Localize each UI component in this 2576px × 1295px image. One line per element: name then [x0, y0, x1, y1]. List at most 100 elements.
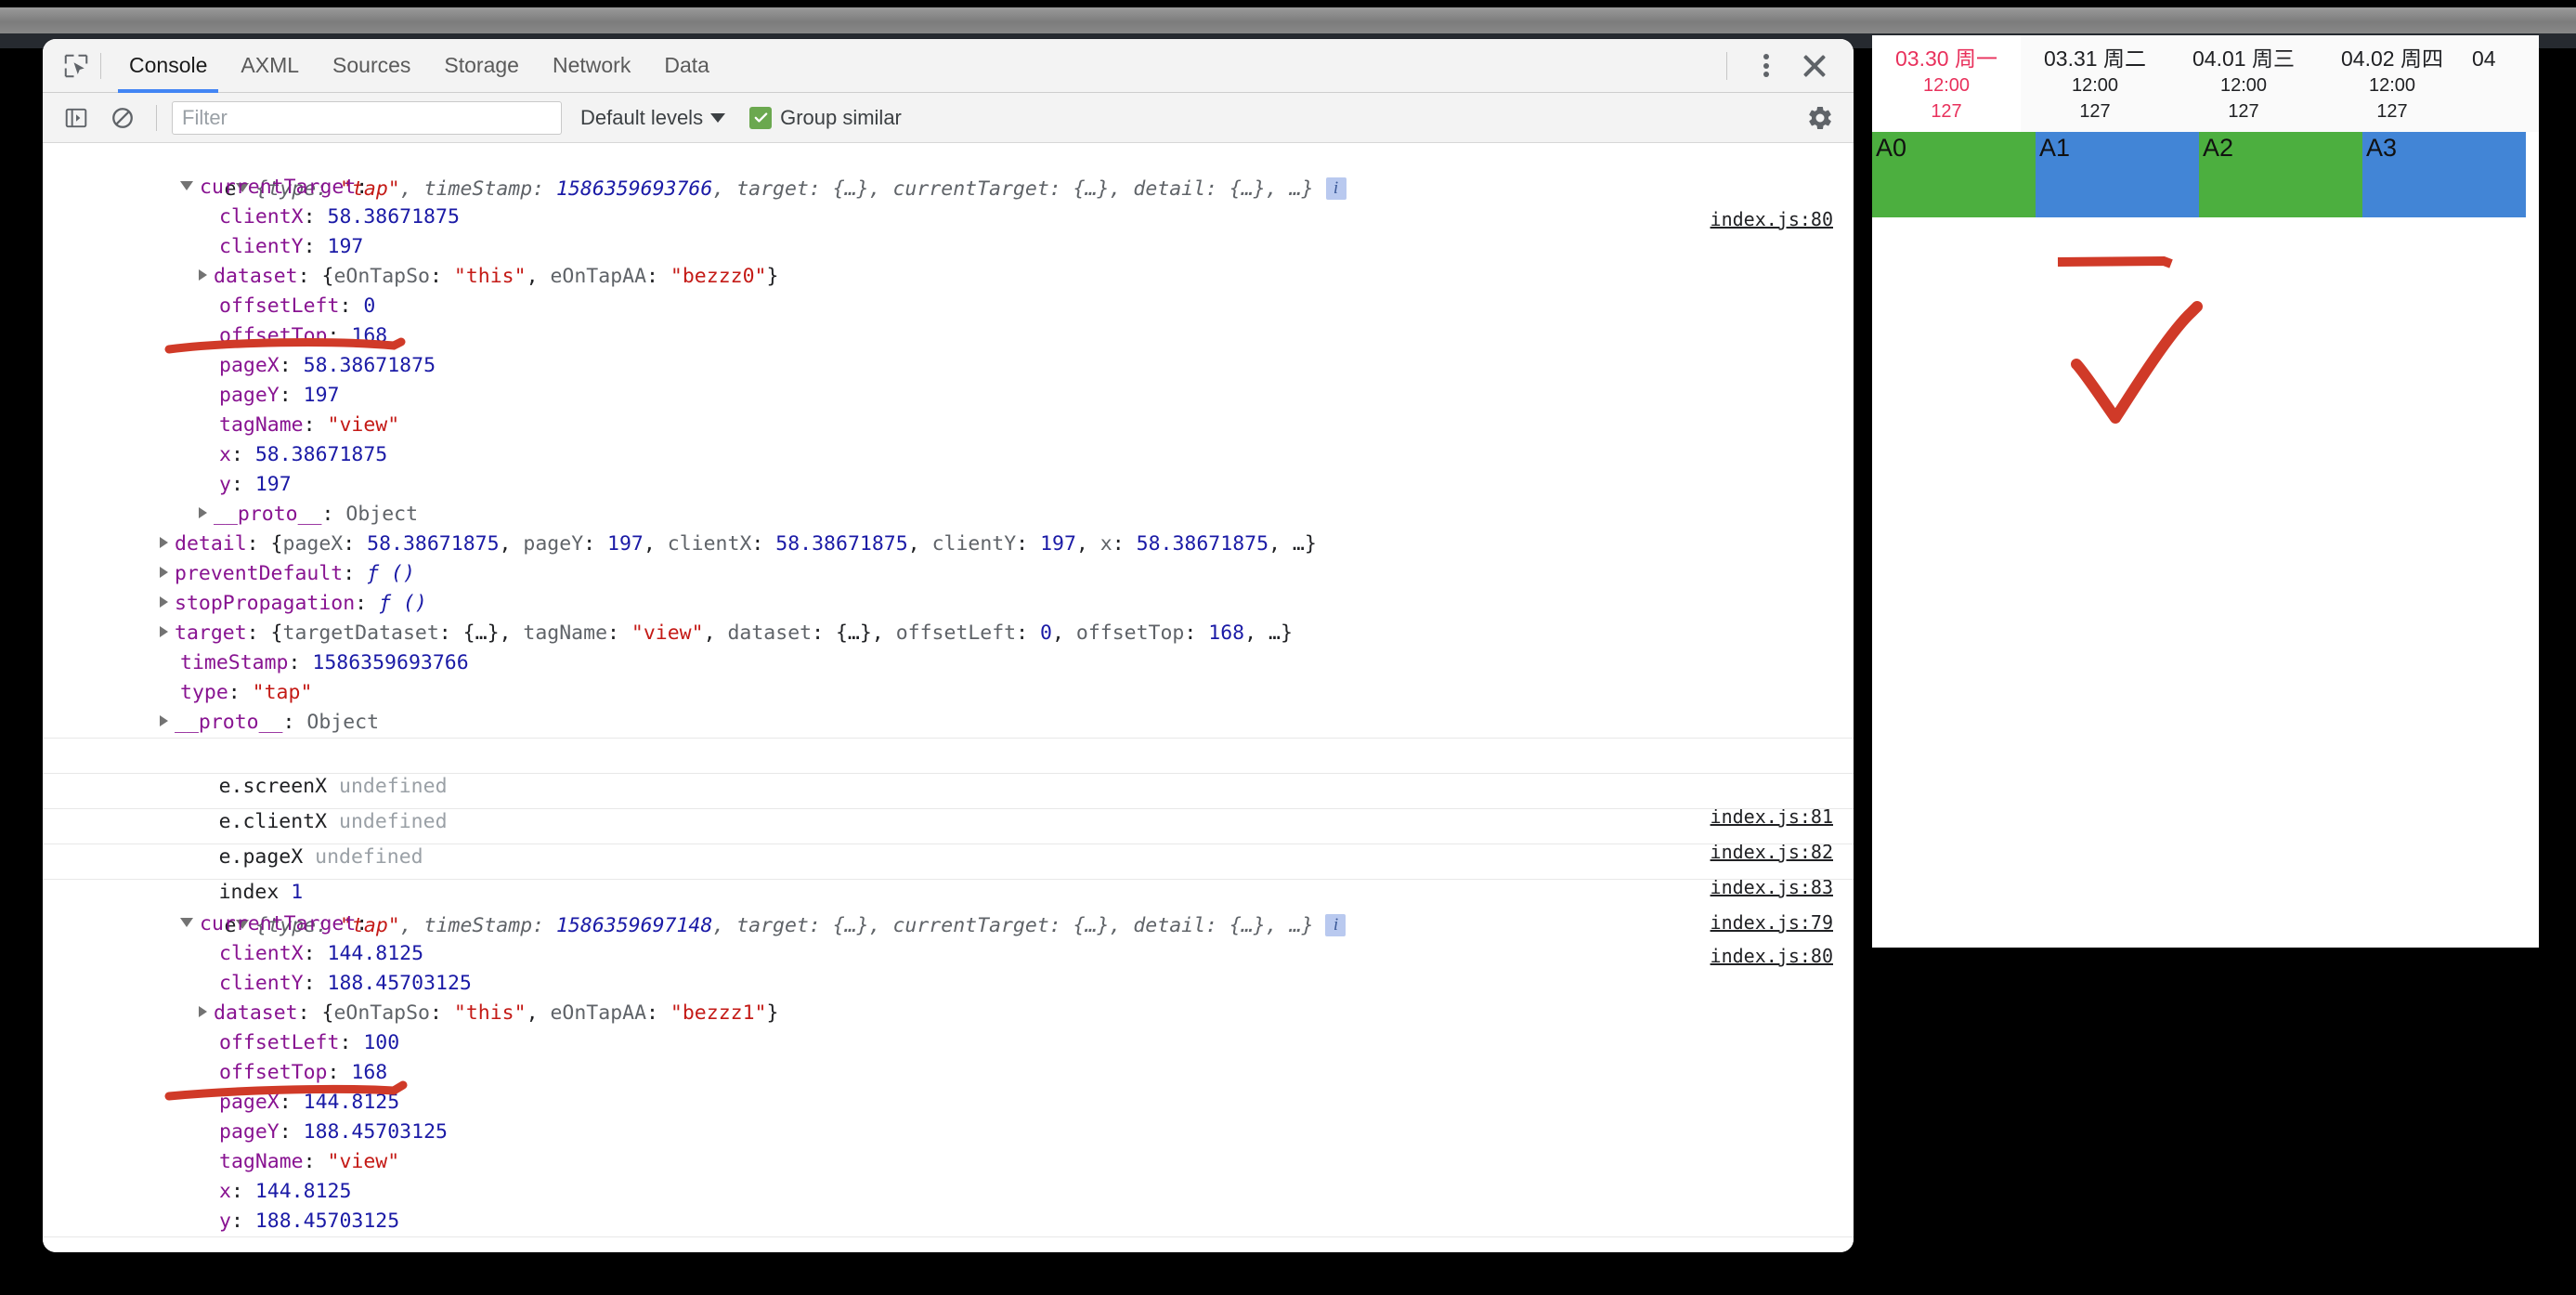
prop-value: Object [306, 711, 380, 734]
date-cell-selected[interactable]: 03.30 周一 12:00 127 [1872, 35, 2021, 132]
filter-input[interactable] [172, 100, 562, 135]
tab-data-label: Data [664, 53, 709, 77]
disclosure-triangle-open-icon[interactable] [180, 918, 193, 927]
close-icon[interactable] [1792, 44, 1837, 88]
disclosure-triangle-closed-icon[interactable] [199, 1006, 207, 1017]
tab-data[interactable]: Data [647, 39, 726, 93]
date-time-label: 12:00 [2219, 75, 2268, 96]
console-entry-simple[interactable]: e.clientX undefined index.js:82 [43, 774, 1854, 863]
prop-key: y [219, 1210, 231, 1233]
tab-storage[interactable]: Storage [427, 39, 536, 93]
clear-console-icon[interactable] [104, 99, 141, 137]
group-similar-toggle[interactable]: Group similar [749, 106, 902, 130]
block-a0[interactable]: A0 [1872, 132, 2036, 217]
console-prop-row[interactable]: target: {targetDataset: {…}, tagName: "v… [43, 619, 1854, 648]
console-prop-row[interactable]: stopPropagation: ƒ () [43, 589, 1854, 619]
gear-icon[interactable] [1802, 99, 1839, 137]
date-cell[interactable]: 03.31 周二 12:00 127 [2021, 35, 2169, 132]
prop-value: 58.38671875 [254, 443, 388, 466]
console-prop-row[interactable]: currentTarget: [43, 173, 1854, 203]
color-blocks-row: A0 A1 A2 A3 [1872, 132, 2539, 217]
prop-value: "view" [327, 1150, 400, 1173]
console-prop-row: tagName: "view" [219, 413, 400, 437]
console-prop-row-annotated: offsetTop: 168 [219, 1061, 388, 1084]
console-prop-row: pageX: 58.38671875 [219, 354, 436, 377]
toolbar-divider [156, 104, 157, 131]
date-time-label: 12:00 [2071, 75, 2119, 96]
console-prop-row[interactable]: dataset: {eOnTapSo: "this", eOnTapAA: "b… [43, 999, 1854, 1028]
console-prop-row: pageY: 197 [219, 384, 340, 407]
prop-value: 188.45703125 [254, 1210, 400, 1233]
disclosure-triangle-closed-icon[interactable] [199, 269, 207, 281]
console-output[interactable]: e {type: "tap", timeStamp: 1586359693766,… [43, 143, 1854, 1252]
console-prop-row[interactable]: dataset: {eOnTapSo: "this", eOnTapAA: "b… [43, 262, 1854, 292]
disclosure-triangle-closed-icon[interactable] [160, 626, 168, 637]
kebab-menu-icon[interactable] [1744, 44, 1789, 88]
group-similar-checkbox[interactable] [749, 106, 773, 129]
prop-key: __proto__ [175, 711, 283, 734]
right-preview-panel: 03.30 周一 12:00 127 03.31 周二 12:00 127 04… [1872, 35, 2539, 948]
console-prop-row[interactable]: __proto__: Object [43, 500, 1854, 530]
tab-console[interactable]: Console [112, 39, 224, 93]
console-entry-header[interactable]: e {type: "tap", timeStamp: 1586359697148,… [43, 880, 1854, 967]
console-entry-simple[interactable]: e.screenX undefined index.js:81 [43, 739, 1854, 828]
tabstrip-right-divider [1726, 51, 1727, 80]
prop-value: ƒ () [367, 562, 415, 585]
console-prop-row[interactable]: preventDefault: ƒ () [43, 559, 1854, 589]
prop-value: ƒ () [379, 592, 427, 615]
prop-key: offsetTop [219, 324, 328, 347]
tab-sources[interactable]: Sources [316, 39, 427, 93]
disclosure-triangle-closed-icon[interactable] [160, 537, 168, 548]
prop-value: 188.45703125 [327, 972, 472, 995]
red-annotation-checkmark [2071, 301, 2203, 424]
prop-key: y [219, 473, 231, 496]
devtools-tabstrip: Console AXML Sources Storage Network Dat… [43, 39, 1854, 93]
tabstrip-right-controls [1726, 44, 1854, 88]
console-entry-simple[interactable]: e.pageX undefined index.js:83 [43, 809, 1854, 898]
tab-storage-label: Storage [444, 53, 519, 77]
console-prop-row: clientX: 144.8125 [219, 942, 424, 965]
date-day-label: 04.01 周三 [2192, 46, 2295, 71]
tab-sources-label: Sources [332, 53, 411, 77]
disclosure-triangle-closed-icon[interactable] [199, 507, 207, 518]
date-cell[interactable]: 04.02 周四 12:00 127 [2318, 35, 2466, 132]
tab-network[interactable]: Network [536, 39, 647, 93]
date-selector-bar: 03.30 周一 12:00 127 03.31 周二 12:00 127 04… [1872, 35, 2539, 132]
console-entry-expanded[interactable]: e {type: "tap", timeStamp: 1586359693766,… [43, 143, 1854, 739]
block-a1-label: A1 [2039, 134, 2071, 162]
block-a2[interactable]: A2 [2199, 132, 2362, 217]
prop-key: clientX [219, 942, 304, 965]
prop-key: pageY [219, 1120, 280, 1144]
console-entry-header[interactable]: e {type: "tap", timeStamp: 1586359693766,… [43, 143, 1854, 230]
date-day-label: 03.30 周一 [1895, 46, 1997, 71]
prop-value: 168 [351, 324, 388, 347]
console-prop-row: clientY: 197 [219, 235, 364, 258]
block-a3[interactable]: A3 [2362, 132, 2526, 217]
console-prop-row[interactable]: currentTarget: [43, 909, 1854, 939]
date-day-label: 03.31 周二 [2044, 46, 2146, 71]
console-prop-row[interactable]: __proto__: Object [43, 708, 1854, 738]
disclosure-triangle-closed-icon[interactable] [160, 715, 168, 726]
block-a3-label: A3 [2366, 134, 2398, 162]
block-a1[interactable]: A1 [2036, 132, 2199, 217]
block-a2-label: A2 [2203, 134, 2234, 162]
disclosure-triangle-open-icon[interactable] [180, 181, 193, 190]
console-prop-row: type: "tap" [180, 681, 313, 704]
date-cell[interactable]: 04.01 周三 12:00 127 [2169, 35, 2318, 132]
tab-console-label: Console [129, 53, 208, 77]
show-console-sidebar-icon[interactable] [58, 99, 95, 137]
prop-value: 144.8125 [254, 1180, 352, 1203]
prop-key: offsetLeft [219, 1031, 340, 1054]
console-entry-simple[interactable]: index 1 index.js:79 [43, 844, 1854, 934]
default-levels-dropdown[interactable]: Default levels [580, 106, 726, 130]
prop-value: 168 [351, 1061, 388, 1084]
inspect-cursor-icon[interactable] [56, 47, 97, 85]
console-entry-expanded[interactable]: e {type: "tap", timeStamp: 1586359697148,… [43, 880, 1854, 1237]
tab-axml[interactable]: AXML [224, 39, 316, 93]
console-prop-row[interactable]: detail: {pageX: 58.38671875, pageY: 197,… [43, 530, 1854, 559]
disclosure-triangle-closed-icon[interactable] [160, 596, 168, 608]
disclosure-triangle-closed-icon[interactable] [160, 567, 168, 578]
prop-value: "bezzz0" [670, 265, 767, 288]
tab-axml-label: AXML [241, 53, 300, 77]
date-cell-partial[interactable]: 04 [2466, 35, 2539, 132]
